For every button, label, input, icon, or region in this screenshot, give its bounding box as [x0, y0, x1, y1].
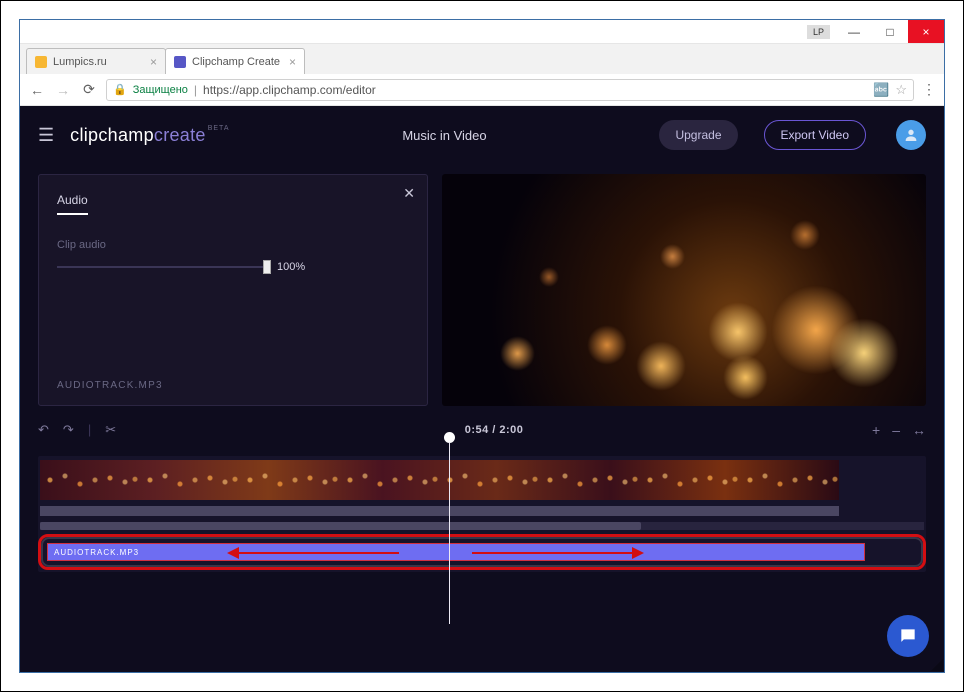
volume-slider-row: 100% — [57, 261, 409, 273]
audio-clip-label: AUDIOTRACK.MP3 — [54, 548, 139, 557]
panel-filename: AUDIOTRACK.MP3 — [57, 380, 409, 391]
bookmark-star-icon[interactable]: ☆ — [895, 82, 907, 98]
volume-value: 100% — [277, 261, 305, 273]
window-close-button[interactable]: × — [908, 20, 944, 43]
url-scheme: https:// — [203, 83, 239, 97]
time-display: 0:54 / 2:00 — [116, 424, 872, 436]
tab-close-icon[interactable]: × — [289, 55, 296, 69]
resize-arrow-left-icon — [227, 547, 399, 559]
volume-slider[interactable] — [57, 266, 267, 268]
browser-menu-icon[interactable]: ⋮ — [922, 81, 936, 98]
menu-hamburger-icon[interactable]: ☰ — [38, 125, 54, 146]
zoom-out-button[interactable]: – — [892, 422, 900, 438]
panel-tab-audio[interactable]: Audio — [57, 193, 88, 215]
address-bar-row: ← → ⟳ 🔒 Защищено | https://app.clipchamp… — [20, 74, 944, 106]
url-path: /editor — [342, 83, 375, 97]
tab-clipchamp[interactable]: Clipchamp Create × — [165, 48, 305, 74]
audio-track-highlight: AUDIOTRACK.MP3 — [38, 534, 926, 570]
logo-beta: BETA — [208, 125, 230, 132]
video-track-clip[interactable] — [40, 460, 839, 500]
zoom-fit-button[interactable]: ↔ — [912, 422, 926, 438]
timeline-scrollbar-thumb[interactable] — [40, 522, 641, 530]
playhead-line — [449, 442, 450, 624]
tab-close-icon[interactable]: × — [150, 55, 157, 69]
undo-button[interactable]: ↶ — [38, 422, 49, 438]
logo-word1: clipchamp — [70, 125, 154, 145]
clip-audio-label: Clip audio — [57, 239, 409, 251]
panel-close-icon[interactable]: ✕ — [403, 185, 415, 202]
user-avatar[interactable] — [896, 120, 926, 150]
volume-slider-thumb[interactable] — [263, 260, 271, 274]
browser-tabs: Lumpics.ru × Clipchamp Create × — [20, 44, 944, 74]
secure-label: Защищено — [133, 84, 188, 96]
export-video-button[interactable]: Export Video — [764, 120, 867, 150]
cut-button[interactable]: ✂ — [105, 422, 116, 438]
upgrade-button[interactable]: Upgrade — [659, 120, 737, 150]
properties-panel: ✕ Audio Clip audio 100% AUDIOTRACK.MP3 — [38, 174, 428, 406]
lp-badge: LP — [807, 25, 830, 39]
logo: clipchampcreateBETA — [70, 125, 229, 146]
window-maximize-button[interactable]: □ — [872, 20, 908, 43]
resize-grip-icon — [931, 659, 943, 671]
audio-track-clip[interactable]: AUDIOTRACK.MP3 — [47, 543, 865, 561]
app-header: ☰ clipchampcreateBETA Music in Video Upg… — [20, 106, 944, 164]
nav-reload-button[interactable]: ⟳ — [80, 81, 98, 98]
url-host: app.clipchamp.com — [239, 83, 342, 97]
clipchamp-app: ☰ clipchampcreateBETA Music in Video Upg… — [20, 106, 944, 672]
translate-icon[interactable]: 🔤 — [873, 82, 889, 98]
address-input[interactable]: 🔒 Защищено | https://app.clipchamp.com/e… — [106, 79, 914, 101]
tab-label: Clipchamp Create — [192, 56, 280, 68]
intercom-chat-button[interactable] — [887, 615, 929, 657]
editor-row: ✕ Audio Clip audio 100% AUDIOTRACK.MP3 — [20, 164, 944, 412]
tab-lumpics[interactable]: Lumpics.ru × — [26, 48, 166, 74]
timeline-tracks[interactable]: AUDIOTRACK.MP3 — [38, 456, 926, 572]
timeline-toolbar: ↶ ↷ | ✂ 0:54 / 2:00 + – ↔ — [20, 412, 944, 448]
window-minimize-button[interactable]: — — [836, 20, 872, 43]
timeline-scrollbar[interactable] — [40, 522, 924, 530]
project-title[interactable]: Music in Video — [245, 128, 643, 143]
logo-word2: create — [154, 125, 206, 145]
chat-icon — [898, 626, 918, 646]
favicon-icon — [35, 56, 47, 68]
timeline-area: AUDIOTRACK.MP3 — [20, 448, 944, 592]
tab-label: Lumpics.ru — [53, 56, 107, 68]
nav-back-button[interactable]: ← — [28, 82, 46, 98]
favicon-icon — [174, 56, 186, 68]
window-titlebar: LP — □ × — [20, 20, 944, 44]
empty-track[interactable] — [40, 506, 839, 516]
add-track-button[interactable]: + — [872, 422, 880, 438]
user-icon — [903, 127, 919, 143]
resize-arrow-right-icon — [472, 547, 644, 559]
redo-button[interactable]: ↷ — [63, 422, 74, 438]
nav-forward-button[interactable]: → — [54, 82, 72, 98]
video-preview[interactable] — [442, 174, 926, 406]
lock-icon: 🔒 — [113, 83, 127, 96]
